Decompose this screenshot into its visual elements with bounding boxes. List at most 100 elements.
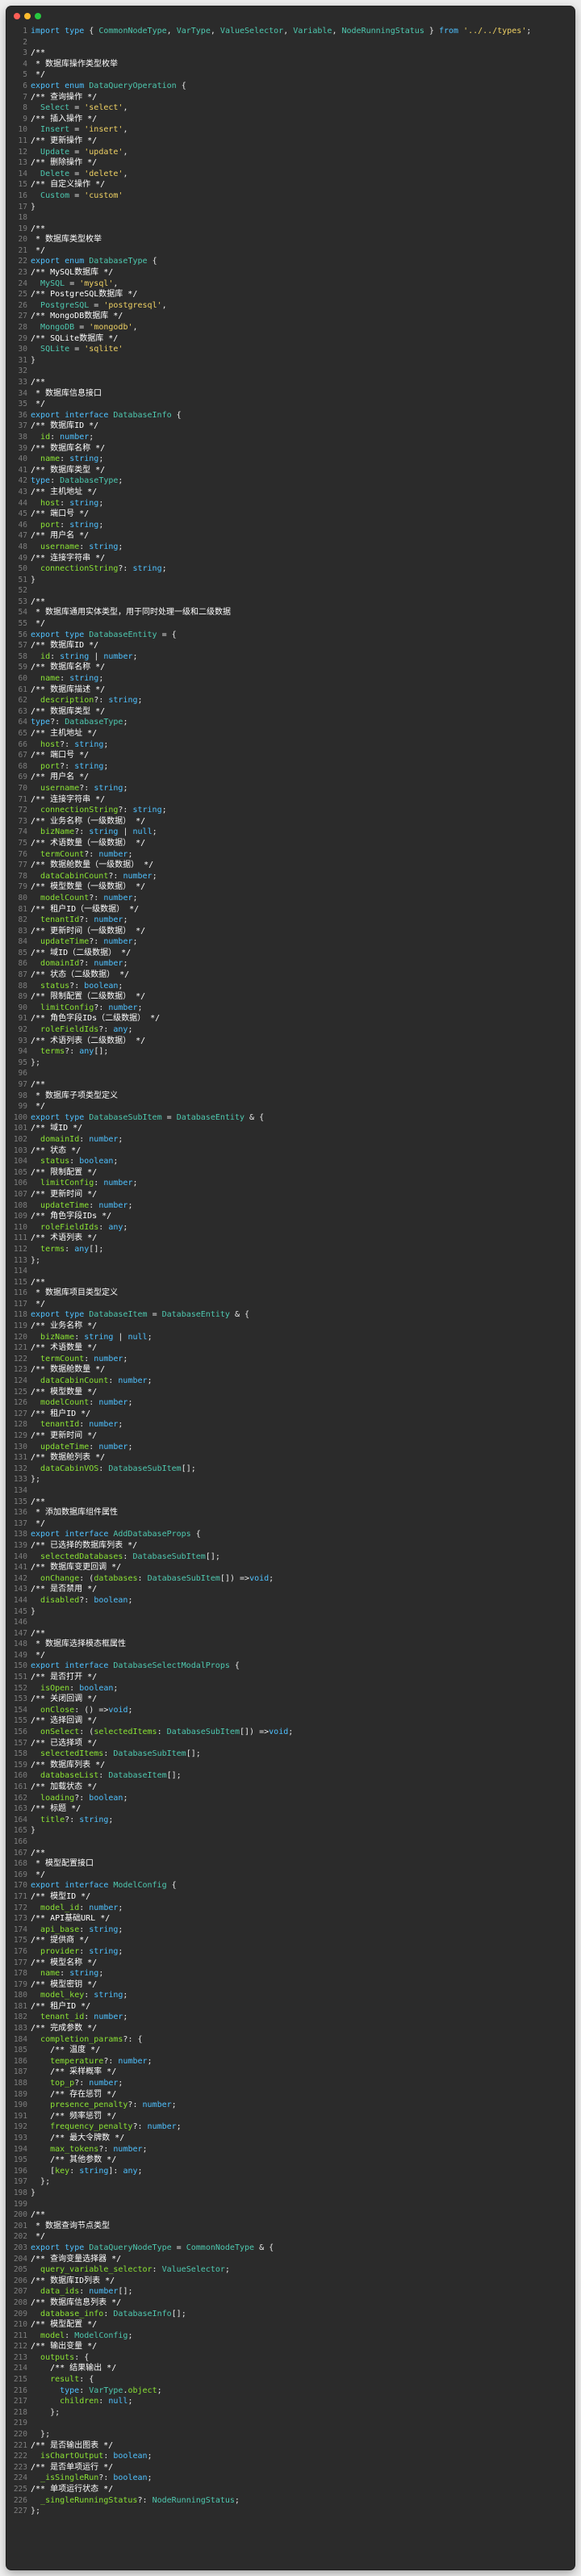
code-line[interactable]: 222 isChartOutput: boolean; [6, 2451, 575, 2462]
code-line[interactable]: 115 /** [6, 1277, 575, 1288]
code-line[interactable]: 41 /** 数据库类型 */ [6, 465, 575, 476]
code-line[interactable]: 186 temperature?: number; [6, 2056, 575, 2067]
code-line[interactable]: 34 * 数据库信息接口 [6, 388, 575, 400]
code-line[interactable]: 103 /** 状态 */ [6, 1146, 575, 1157]
code-line[interactable]: 219 [6, 2418, 575, 2429]
code-line[interactable]: 114 [6, 1266, 575, 1277]
code-line[interactable]: 158 selectedItems: DatabaseSubItem[]; [6, 1749, 575, 1760]
code-line[interactable]: 205 query_variable_selector: ValueSelect… [6, 2264, 575, 2276]
code-line[interactable]: 73 /** 业务名称（一级数据） */ [6, 816, 575, 827]
code-line[interactable]: 17} [6, 202, 575, 213]
code-line[interactable]: 134 [6, 1485, 575, 1497]
code-line[interactable]: 42 type: DatabaseType; [6, 475, 575, 487]
code-line[interactable]: 166 [6, 1837, 575, 1848]
code-line[interactable]: 30 SQLite = 'sqlite' [6, 344, 575, 355]
code-line[interactable]: 107 /** 更新时间 */ [6, 1189, 575, 1200]
code-line[interactable]: 138 export interface AddDatabaseProps { [6, 1529, 575, 1540]
code-line[interactable]: 16 Custom = 'custom' [6, 191, 575, 202]
code-line[interactable]: 75 /** 术语数量（一级数据） */ [6, 838, 575, 849]
code-line[interactable]: 180 model_key: string; [6, 1990, 575, 2001]
code-line[interactable]: 80 modelCount?: number; [6, 893, 575, 904]
code-line[interactable]: 23 /** MySQL数据库 */ [6, 267, 575, 279]
code-line[interactable]: 20 * 数据库类型枚举 [6, 234, 575, 245]
code-line[interactable]: 72 connectionString?: string; [6, 805, 575, 816]
code-line[interactable]: 21 */ [6, 245, 575, 257]
code-line[interactable]: 13 /** 删除操作 */ [6, 157, 575, 169]
code-line[interactable]: 201 * 数据查询节点类型 [6, 2221, 575, 2232]
code-line[interactable]: 137 */ [6, 1518, 575, 1530]
code-line[interactable]: 113}; [6, 1255, 575, 1267]
code-line[interactable]: 29 /** SQLite数据库 */ [6, 333, 575, 345]
code-line[interactable]: 171 /** 模型ID */ [6, 1891, 575, 1903]
code-line[interactable]: 49 /** 连接字符串 */ [6, 553, 575, 564]
code-line[interactable]: 123 /** 数据舱数量 */ [6, 1364, 575, 1376]
code-line[interactable]: 33 /** [6, 377, 575, 388]
code-line[interactable]: 223 /** 是否单项运行 */ [6, 2462, 575, 2473]
code-line[interactable]: 117 */ [6, 1299, 575, 1310]
code-line[interactable]: 190 presence_penalty?: number; [6, 2100, 575, 2111]
code-line[interactable]: 77 /** 数据舱数量（一级数据） */ [6, 860, 575, 871]
code-line[interactable]: 121 /** 术语数量 */ [6, 1342, 575, 1354]
code-line[interactable]: 197 }; [6, 2176, 575, 2188]
code-line[interactable]: 178 name: string; [6, 1968, 575, 1979]
code-line[interactable]: 128 tenantId: number; [6, 1419, 575, 1430]
code-line[interactable]: 188 top_p?: number; [6, 2078, 575, 2089]
code-line[interactable]: 97 /** [6, 1079, 575, 1091]
code-line[interactable]: 22 export enum DatabaseType { [6, 256, 575, 267]
code-line[interactable]: 59 /** 数据库名称 */ [6, 662, 575, 673]
code-line[interactable]: 95}; [6, 1058, 575, 1069]
code-line[interactable]: 174 api_base: string; [6, 1925, 575, 1936]
code-line[interactable]: 193 /** 最大令牌数 */ [6, 2133, 575, 2144]
code-line[interactable]: 183 /** 完成参数 */ [6, 2023, 575, 2034]
code-line[interactable]: 69 /** 用户名 */ [6, 772, 575, 783]
code-line[interactable]: 76 termCount?: number; [6, 849, 575, 861]
code-line[interactable]: 206 /** 数据库ID列表 */ [6, 2276, 575, 2287]
code-line[interactable]: 168 * 模型配置接口 [6, 1858, 575, 1870]
code-line[interactable]: 120 bizName: string | null; [6, 1332, 575, 1343]
code-line[interactable]: 195 /** 其他参数 */ [6, 2155, 575, 2166]
code-line[interactable]: 74 bizName?: string | null; [6, 827, 575, 838]
code-line[interactable]: 92 roleFieldIds?: any; [6, 1024, 575, 1036]
code-line[interactable]: 224 _isSingleRun?: boolean; [6, 2473, 575, 2484]
code-line[interactable]: 61 /** 数据库描述 */ [6, 685, 575, 696]
code-line[interactable]: 91 /** 角色字段IDs（二级数据） */ [6, 1013, 575, 1024]
code-line[interactable]: 1 import type { CommonNodeType, VarType, … [6, 26, 575, 37]
code-line[interactable]: 45 /** 端口号 */ [6, 509, 575, 520]
code-line[interactable]: 70 username?: string; [6, 783, 575, 794]
code-line[interactable]: 82 tenantId?: number; [6, 915, 575, 926]
code-line[interactable]: 207 data_ids: number[]; [6, 2286, 575, 2297]
code-line[interactable]: 43 /** 主机地址 */ [6, 487, 575, 498]
code-line[interactable]: 150 export interface DatabaseSelectModalP… [6, 1661, 575, 1672]
code-line[interactable]: 130 updateTime: number; [6, 1442, 575, 1453]
code-line[interactable]: 152 isOpen: boolean; [6, 1683, 575, 1694]
code-line[interactable]: 79 /** 模型数量（一级数据） */ [6, 882, 575, 893]
code-line[interactable]: 185 /** 温度 */ [6, 2045, 575, 2056]
code-line[interactable]: 210 /** 模型配置 */ [6, 2319, 575, 2331]
code-line[interactable]: 110 roleFieldIds: any; [6, 1222, 575, 1234]
code-line[interactable]: 140 selectedDatabases: DatabaseSubItem[]… [6, 1552, 575, 1563]
code-line[interactable]: 32 [6, 366, 575, 377]
code-line[interactable]: 37 /** 数据库ID */ [6, 421, 575, 432]
code-line[interactable]: 12 Update = 'update', [6, 147, 575, 158]
code-line[interactable]: 51} [6, 575, 575, 586]
code-line[interactable]: 119 /** 业务名称 */ [6, 1321, 575, 1332]
code-line[interactable]: 58 id: string | number; [6, 651, 575, 663]
code-line[interactable]: 122 termCount: number; [6, 1354, 575, 1365]
code-line[interactable]: 162 loading?: boolean; [6, 1793, 575, 1804]
code-line[interactable]: 146 [6, 1617, 575, 1628]
code-line[interactable]: 169 */ [6, 1870, 575, 1881]
code-line[interactable]: 157 /** 已选择项 */ [6, 1738, 575, 1749]
code-line[interactable]: 124 dataCabinCount: number; [6, 1376, 575, 1387]
code-line[interactable]: 31} [6, 355, 575, 367]
code-line[interactable]: 78 dataCabinCount?: number; [6, 871, 575, 882]
code-line[interactable]: 156 onSelect: (selectedItems: DatabaseSu… [6, 1727, 575, 1738]
code-line[interactable]: 55 */ [6, 618, 575, 630]
code-line[interactable]: 50 connectionString?: string; [6, 563, 575, 575]
code-line[interactable]: 213 outputs: { [6, 2352, 575, 2364]
code-line[interactable]: 71 /** 连接字符串 */ [6, 794, 575, 806]
code-line[interactable]: 83 /** 更新时间（一级数据） */ [6, 926, 575, 937]
code-line[interactable]: 44 host: string; [6, 498, 575, 509]
code-line[interactable]: 109 /** 角色字段IDs */ [6, 1211, 575, 1222]
close-window-icon[interactable] [14, 13, 20, 19]
code-line[interactable]: 218 }; [6, 2407, 575, 2419]
